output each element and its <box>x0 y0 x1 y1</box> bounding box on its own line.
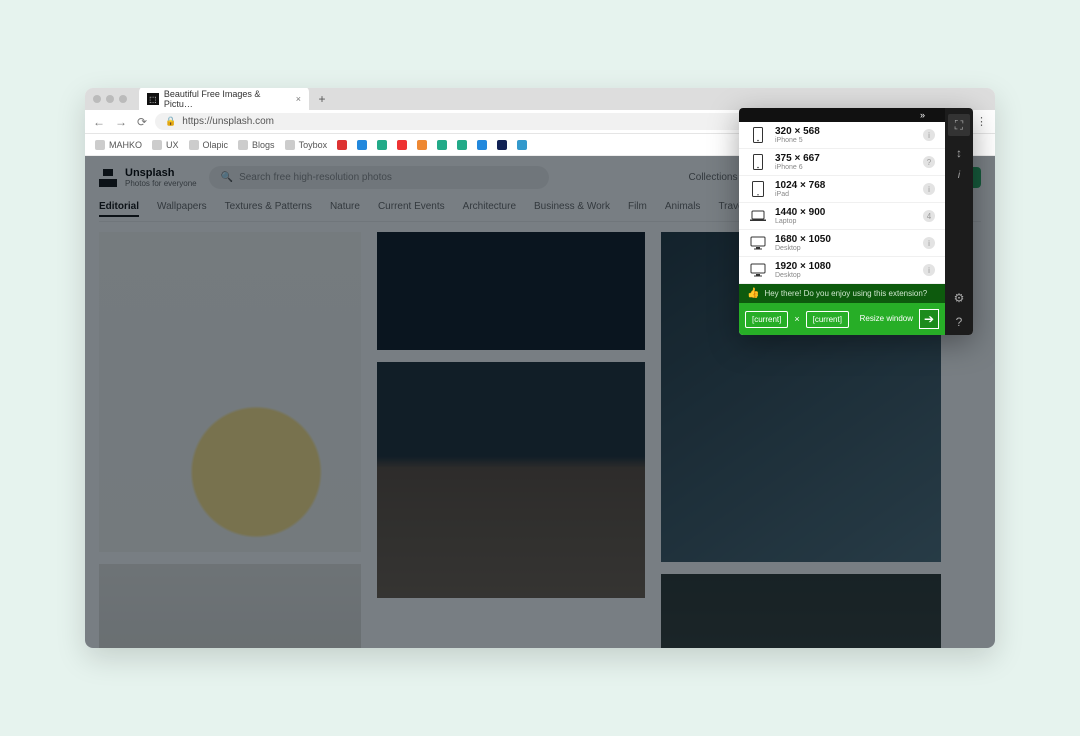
bookmark-icon[interactable] <box>397 140 407 150</box>
window-controls[interactable] <box>93 95 127 103</box>
browser-window: ⬚ Beautiful Free Images & Pictu… × + ← →… <box>85 88 995 648</box>
info-badge-icon[interactable]: ? <box>923 156 935 168</box>
settings-gear-icon[interactable]: ⚙ <box>954 291 965 305</box>
folder-icon <box>95 140 105 150</box>
tab-title: Beautiful Free Images & Pictu… <box>164 89 291 109</box>
resize-label: Resize window <box>860 315 913 324</box>
thumbs-up-icon: 👍 <box>747 288 759 299</box>
current-height-input[interactable]: [current] <box>806 311 849 328</box>
kebab-menu-icon[interactable]: ⋮ <box>976 115 987 128</box>
bookmark-item[interactable]: Blogs <box>238 140 275 150</box>
bookmark-icon[interactable] <box>497 140 507 150</box>
bookmark-icon[interactable] <box>377 140 387 150</box>
extension-popup: » 320 × 568iPhone 5 i 375 × 667iPhone 6 … <box>739 108 973 335</box>
bookmark-icon[interactable] <box>517 140 527 150</box>
phone-icon <box>749 154 767 170</box>
resize-controls: [current] × [current] Resize window ➔ <box>739 303 945 335</box>
folder-icon <box>285 140 295 150</box>
bookmark-icon[interactable] <box>417 140 427 150</box>
info-badge-icon[interactable]: i <box>923 183 935 195</box>
tab-strip: ⬚ Beautiful Free Images & Pictu… × + <box>85 88 995 110</box>
folder-icon <box>152 140 162 150</box>
collapse-button[interactable]: » <box>739 108 945 122</box>
info-badge-icon[interactable]: i <box>923 237 935 249</box>
url-text: https://unsplash.com <box>182 116 274 127</box>
unsplash-favicon-icon: ⬚ <box>147 93 159 105</box>
info-tab-icon[interactable]: i <box>958 170 960 181</box>
info-badge-icon[interactable]: i <box>923 129 935 141</box>
presets-tab-icon[interactable]: ⛶ <box>948 114 970 136</box>
laptop-icon <box>749 210 767 222</box>
feedback-banner[interactable]: 👍 Hey there! Do you enjoy using this ext… <box>739 284 945 303</box>
preset-row[interactable]: 375 × 667iPhone 6 ? <box>739 149 945 176</box>
bookmark-item[interactable]: UX <box>152 140 179 150</box>
bookmark-icon[interactable] <box>337 140 347 150</box>
reload-icon[interactable]: ⟳ <box>137 115 147 129</box>
back-icon[interactable]: ← <box>93 115 105 129</box>
bookmark-icon[interactable] <box>357 140 367 150</box>
browser-tab[interactable]: ⬚ Beautiful Free Images & Pictu… × <box>139 88 309 112</box>
forward-icon[interactable]: → <box>115 115 127 129</box>
preset-row[interactable]: 1920 × 1080Desktop i <box>739 257 945 284</box>
bookmark-icon[interactable] <box>437 140 447 150</box>
bookmark-icon[interactable] <box>457 140 467 150</box>
new-tab-button[interactable]: + <box>315 92 329 106</box>
info-badge-icon[interactable]: i <box>923 264 935 276</box>
lock-icon: 🔒 <box>165 116 176 127</box>
tablet-icon <box>749 181 767 197</box>
preset-row[interactable]: 1024 × 768iPad i <box>739 176 945 203</box>
monitor-icon <box>749 263 767 277</box>
close-tab-icon[interactable]: × <box>296 94 301 104</box>
preset-row[interactable]: 1680 × 1050Desktop i <box>739 230 945 257</box>
help-icon[interactable]: ? <box>956 315 963 329</box>
nav-controls: ← → ⟳ <box>93 115 147 129</box>
custom-tab-icon[interactable]: ↕ <box>956 146 962 160</box>
current-width-input[interactable]: [current] <box>745 311 788 328</box>
times-icon: × <box>794 314 799 324</box>
apply-resize-button[interactable]: ➔ <box>919 309 939 329</box>
monitor-icon <box>749 236 767 250</box>
info-badge-icon[interactable]: 4 <box>923 210 935 222</box>
bookmark-icon[interactable] <box>477 140 487 150</box>
folder-icon <box>189 140 199 150</box>
extension-sidebar: ⛶ ↕ i ⚙ ? <box>945 108 973 335</box>
preset-row[interactable]: 320 × 568iPhone 5 i <box>739 122 945 149</box>
phone-icon <box>749 127 767 143</box>
preset-row[interactable]: 1440 × 900Laptop 4 <box>739 203 945 230</box>
folder-icon <box>238 140 248 150</box>
bookmark-item[interactable]: Toybox <box>285 140 328 150</box>
bookmark-item[interactable]: Olapic <box>189 140 229 150</box>
bookmark-item[interactable]: MAHKO <box>95 140 142 150</box>
